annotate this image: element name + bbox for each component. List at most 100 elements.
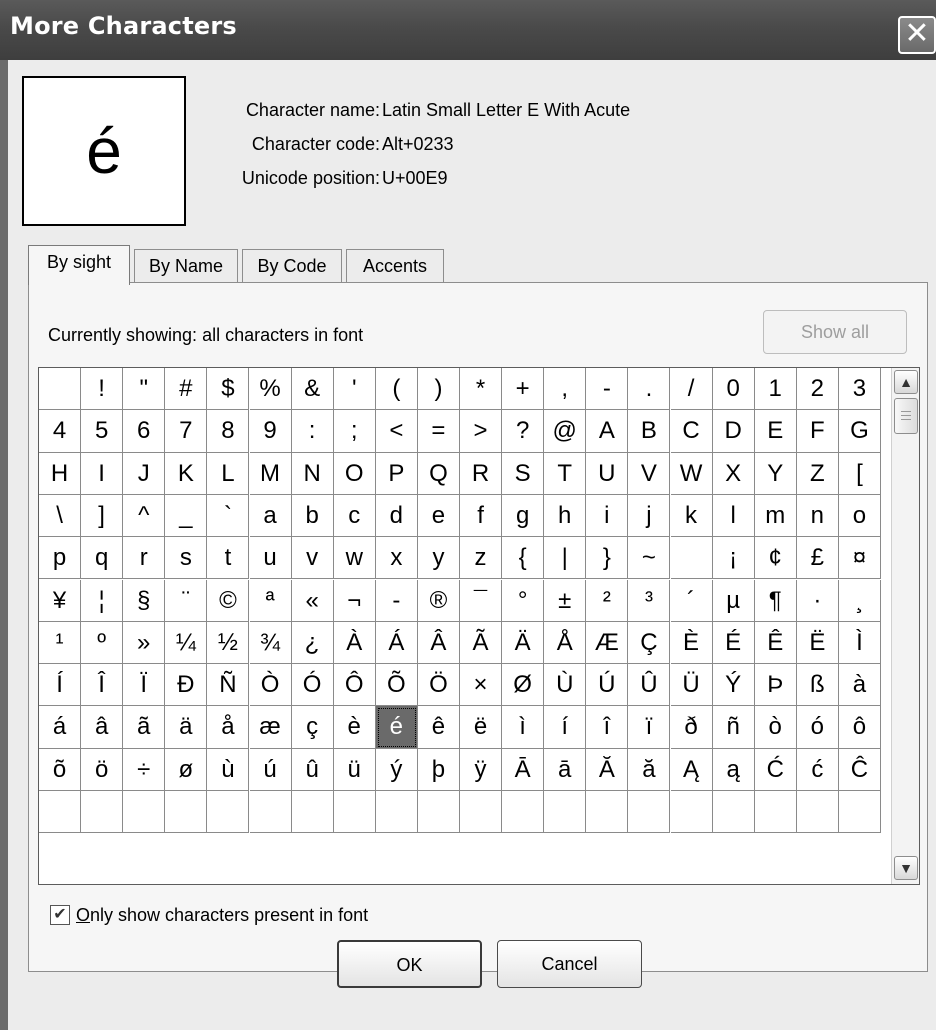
char-cell-partial[interactable] — [81, 791, 124, 834]
char-cell[interactable]: ì — [502, 706, 545, 749]
char-cell[interactable]: ç — [291, 706, 334, 749]
char-cell[interactable]: - — [375, 579, 418, 622]
char-cell[interactable]: C — [670, 410, 713, 453]
char-cell[interactable]: Ê — [754, 621, 797, 665]
char-cell[interactable]: . — [628, 368, 671, 411]
char-cell[interactable]: S — [502, 452, 545, 495]
char-cell-partial[interactable] — [670, 791, 713, 834]
char-cell[interactable]: â — [81, 706, 124, 749]
tab-by-code[interactable]: By Code — [242, 249, 342, 283]
char-cell[interactable]: Ï — [123, 664, 166, 707]
char-cell[interactable]: v — [291, 537, 334, 580]
char-cell-partial[interactable] — [417, 791, 460, 834]
char-cell[interactable]: ¤ — [838, 537, 881, 580]
char-cell[interactable]: ð — [670, 706, 713, 749]
char-cell[interactable]: $ — [207, 368, 250, 411]
char-cell[interactable]: Æ — [586, 621, 629, 665]
tab-accents[interactable]: Accents — [346, 249, 444, 283]
char-cell[interactable]: 7 — [165, 410, 208, 453]
char-cell[interactable]: û — [291, 748, 334, 791]
char-cell[interactable]: y — [417, 537, 460, 580]
char-cell[interactable]: ò — [754, 706, 797, 749]
char-cell[interactable]: = — [417, 410, 460, 453]
char-cell[interactable]: Å — [544, 621, 587, 665]
char-cell[interactable]: ¿ — [291, 621, 334, 665]
char-cell[interactable]: Û — [628, 664, 671, 707]
char-cell[interactable]: Ø — [502, 664, 545, 707]
char-cell[interactable]: ´ — [670, 579, 713, 622]
char-cell[interactable]: ¬ — [333, 579, 376, 622]
char-cell[interactable]: Á — [375, 621, 418, 665]
char-cell-partial[interactable] — [333, 791, 376, 834]
show-all-button[interactable]: Show all — [763, 310, 907, 354]
char-cell[interactable]: ê — [417, 706, 460, 749]
char-cell[interactable]: ö — [81, 748, 124, 791]
char-cell[interactable]: § — [123, 579, 166, 622]
close-button[interactable]: ✕ — [898, 16, 936, 54]
char-cell[interactable]: d — [375, 494, 418, 538]
char-cell[interactable]: ¾ — [249, 621, 292, 665]
char-cell-partial[interactable] — [502, 791, 545, 834]
char-cell-partial[interactable] — [712, 791, 755, 834]
char-cell[interactable]: Ä — [502, 621, 545, 665]
char-cell[interactable]: j — [628, 494, 671, 538]
ok-button[interactable]: OK — [337, 940, 482, 988]
char-cell[interactable]: é — [375, 706, 418, 749]
char-cell-partial[interactable] — [375, 791, 418, 834]
char-cell[interactable]: Ò — [249, 664, 292, 707]
char-cell[interactable]: | — [544, 537, 587, 580]
char-cell[interactable]: Q — [417, 452, 460, 495]
char-cell-partial[interactable] — [754, 791, 797, 834]
char-cell[interactable]: ' — [333, 368, 376, 411]
char-cell[interactable]: w — [333, 537, 376, 580]
char-cell[interactable]: ý — [375, 748, 418, 791]
char-cell[interactable]: ® — [417, 579, 460, 622]
char-cell[interactable]: R — [460, 452, 503, 495]
scroll-down-button[interactable]: ▼ — [894, 856, 918, 880]
char-cell[interactable]: « — [291, 579, 334, 622]
char-cell[interactable]: ª — [249, 579, 292, 622]
char-cell[interactable]: ¯ — [460, 579, 503, 622]
char-cell[interactable]: @ — [544, 410, 587, 453]
char-cell[interactable]: < — [375, 410, 418, 453]
char-cell[interactable]: ú — [249, 748, 292, 791]
char-cell[interactable]: ³ — [628, 579, 671, 622]
char-cell[interactable]: 0 — [712, 368, 755, 411]
char-cell-partial[interactable] — [544, 791, 587, 834]
char-cell[interactable]: ¶ — [754, 579, 797, 622]
char-cell[interactable]: N — [291, 452, 334, 495]
tab-by-sight[interactable]: By sight — [28, 245, 130, 285]
char-cell-partial[interactable] — [291, 791, 334, 834]
char-cell[interactable]: > — [460, 410, 503, 453]
char-cell[interactable]: e — [417, 494, 460, 538]
char-cell[interactable]: & — [291, 368, 334, 411]
char-cell[interactable]: Ë — [796, 621, 839, 665]
char-cell[interactable]: æ — [249, 706, 292, 749]
char-cell[interactable]: W — [670, 452, 713, 495]
char-cell[interactable]: 1 — [754, 368, 797, 411]
char-cell[interactable]: D — [712, 410, 755, 453]
char-cell[interactable]: Õ — [375, 664, 418, 707]
char-cell[interactable]: ó — [796, 706, 839, 749]
char-cell[interactable]: Ā — [502, 748, 545, 791]
char-cell[interactable]: µ — [712, 579, 755, 622]
char-cell-partial[interactable] — [838, 791, 881, 834]
char-cell[interactable]: Ü — [670, 664, 713, 707]
char-cell-partial[interactable] — [460, 791, 503, 834]
char-cell-partial[interactable] — [586, 791, 629, 834]
char-cell[interactable]: 8 — [207, 410, 250, 453]
char-cell-partial[interactable] — [123, 791, 166, 834]
char-cell[interactable]: E — [754, 410, 797, 453]
char-cell[interactable]: I — [81, 452, 124, 495]
char-cell[interactable]: ¨ — [165, 579, 208, 622]
char-cell[interactable]: ć — [796, 748, 839, 791]
char-cell[interactable]: É — [712, 621, 755, 665]
char-cell[interactable]: T — [544, 452, 587, 495]
only-present-checkbox[interactable]: ✔ — [50, 905, 70, 925]
char-cell[interactable]: ² — [586, 579, 629, 622]
char-cell[interactable]: K — [165, 452, 208, 495]
char-cell[interactable]: X — [712, 452, 755, 495]
char-cell[interactable]: ñ — [712, 706, 755, 749]
char-cell[interactable]: h — [544, 494, 587, 538]
char-cell[interactable]: õ — [39, 748, 82, 791]
